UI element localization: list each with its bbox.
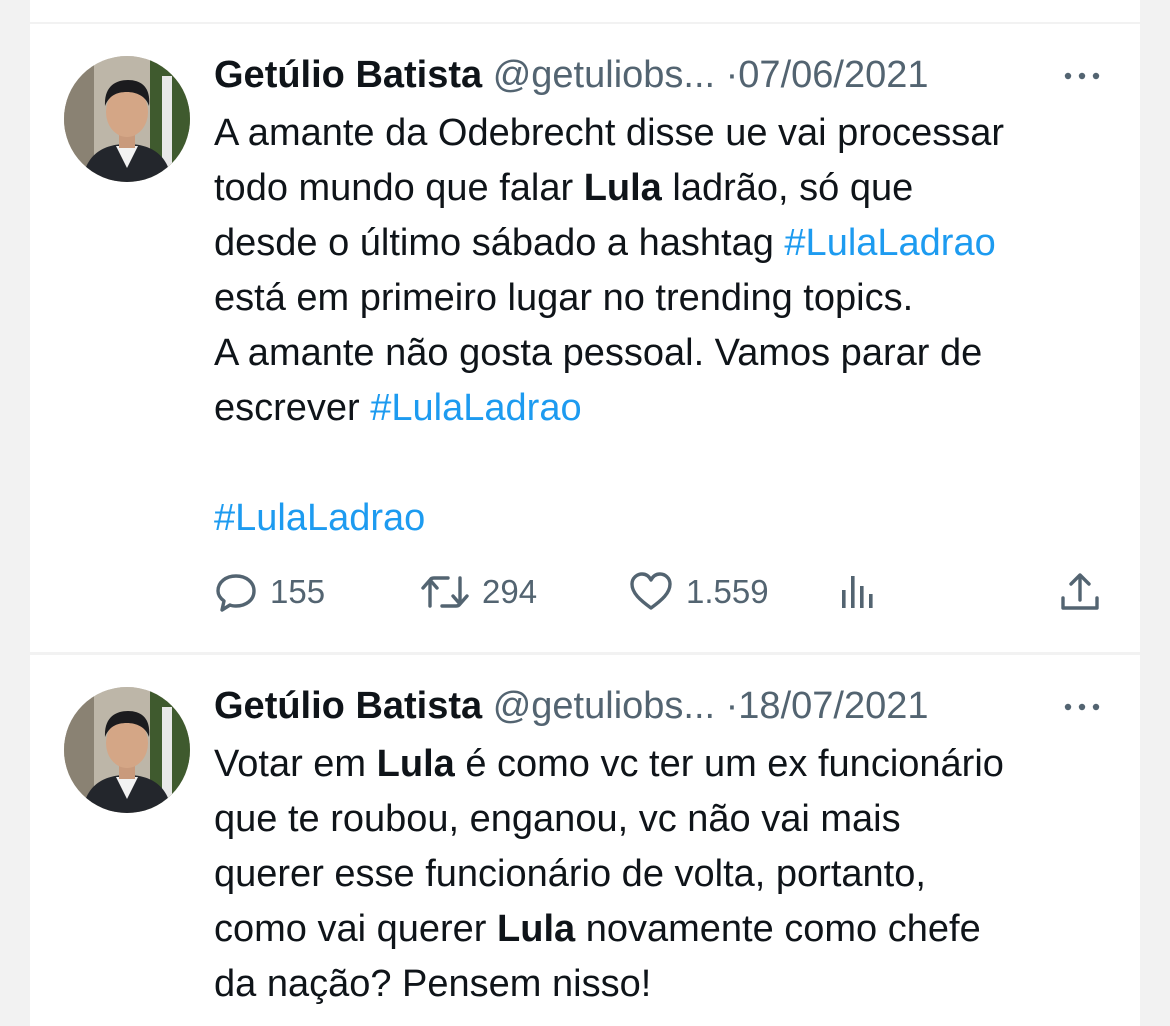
reply-icon (216, 574, 256, 612)
tweet-text: Votar em Lula é como vc ter um ex funcio… (214, 737, 1110, 1012)
views-icon (842, 576, 873, 608)
more-horizontal-icon[interactable] (1064, 72, 1100, 80)
tweet[interactable]: Getúlio Batista @getuliobs... ·18/07/202… (30, 655, 1140, 1026)
text-line: da nação? Pensem nisso! (214, 963, 652, 1005)
more-horizontal-icon[interactable] (1064, 703, 1100, 711)
text-line: A amante não gosta pessoal. Vamos parar … (214, 332, 983, 374)
text-line: que te roubou, enganou, vc não vai mais (214, 798, 901, 840)
tweet[interactable]: Getúlio Batista @getuliobs... ·07/06/202… (30, 24, 1140, 652)
reply-button[interactable]: 155 (214, 570, 325, 614)
mention-bold: Lula (376, 743, 455, 785)
text-line: #LulaLadrao (214, 491, 1110, 546)
heart-icon (630, 572, 672, 610)
separator-dot: · (725, 685, 739, 727)
hashtag-link[interactable]: #LulaLadrao (784, 222, 995, 264)
hashtag-link[interactable]: #LulaLadrao (370, 387, 581, 429)
share-button[interactable] (1058, 570, 1114, 614)
avatar[interactable] (64, 687, 190, 813)
like-count: 1.559 (686, 573, 769, 610)
tweet-date[interactable]: 07/06/2021 (738, 54, 928, 96)
tweet-content: Getúlio Batista @getuliobs... ·07/06/202… (214, 52, 1110, 546)
text-line: querer esse funcionário de volta, portan… (214, 853, 926, 895)
text-line: escrever #LulaLadrao (214, 387, 582, 429)
separator-dot: · (725, 54, 739, 96)
like-button[interactable]: 1.559 (628, 570, 769, 614)
tweet-text: A amante da Odebrecht disse ue vai proce… (214, 106, 1110, 546)
text-line: A amante da Odebrecht disse ue vai proce… (214, 112, 1005, 154)
author-name[interactable]: Getúlio Batista (214, 685, 482, 727)
avatar[interactable] (64, 56, 190, 182)
tweet-date[interactable]: 18/07/2021 (738, 685, 928, 727)
previous-tweet-edge (30, 0, 1140, 22)
retweet-count: 294 (482, 573, 538, 610)
text-line: Votar em Lula é como vc ter um ex funcio… (214, 743, 1004, 785)
share-icon (1061, 573, 1099, 610)
mention-bold: Lula (497, 908, 576, 950)
author-name[interactable]: Getúlio Batista (214, 54, 482, 96)
text-line: como vai querer Lula novamente como chef… (214, 908, 981, 950)
tweet-header: Getúlio Batista @getuliobs... ·18/07/202… (214, 683, 1110, 729)
tweet-actions: 155 294 1.559 (214, 570, 1110, 614)
author-handle[interactable]: @getuliobs... (493, 685, 715, 727)
retweet-icon (421, 576, 469, 608)
text-line: está em primeiro lugar no trending topic… (214, 277, 914, 319)
author-handle[interactable]: @getuliobs... (493, 54, 715, 96)
text-line: todo mundo que falar Lula ladrão, só que (214, 167, 914, 209)
reply-count: 155 (270, 573, 326, 610)
hashtag-link[interactable]: #LulaLadrao (214, 497, 425, 539)
mention-bold: Lula (583, 167, 662, 209)
text-line: desde o último sábado a hashtag #LulaLad… (214, 222, 996, 264)
tweet-content: Getúlio Batista @getuliobs... ·18/07/202… (214, 683, 1110, 1012)
retweet-button[interactable]: 294 (420, 570, 537, 614)
timeline-feed: Getúlio Batista @getuliobs... ·07/06/202… (30, 0, 1140, 1026)
views-button[interactable] (836, 570, 892, 614)
tweet-header: Getúlio Batista @getuliobs... ·07/06/202… (214, 52, 1110, 98)
